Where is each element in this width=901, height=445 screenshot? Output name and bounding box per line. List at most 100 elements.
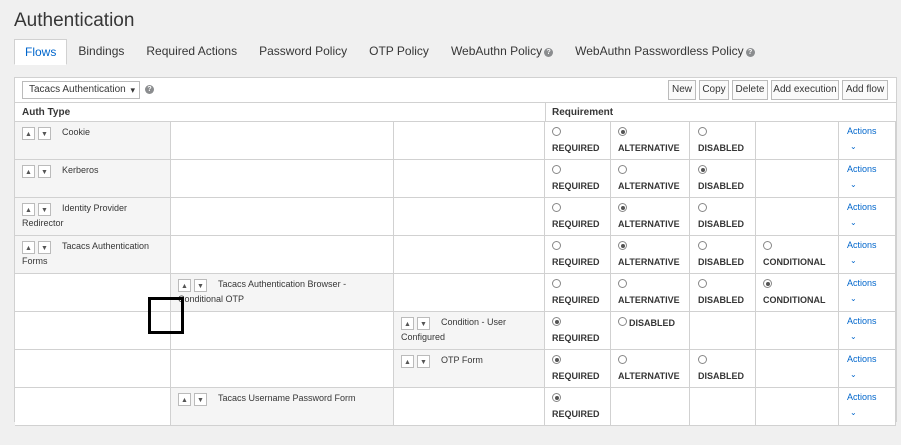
radio-required[interactable]: [552, 127, 561, 136]
tab-label: WebAuthn Policy: [450, 44, 543, 58]
radio-disabled[interactable]: [698, 241, 707, 250]
chevron-down-icon[interactable]: ⌄: [850, 218, 857, 227]
requirement-label: ALTERNATIVE: [618, 371, 680, 381]
table-header: Auth Type Requirement: [15, 103, 896, 122]
tab-password-policy[interactable]: Password Policy: [248, 39, 358, 64]
requirement-label: CONDITIONAL: [763, 295, 826, 305]
execution-name: Condition - User Configured: [401, 317, 507, 342]
table-cell: [15, 388, 171, 425]
table-cell: [171, 236, 394, 273]
tab-label: Required Actions: [146, 44, 238, 58]
requirement-label: DISABLED: [698, 181, 745, 191]
chevron-down-icon[interactable]: ⌄: [850, 142, 857, 151]
requirement-label: REQUIRED: [552, 219, 600, 229]
chevron-down-icon[interactable]: ⌄: [850, 180, 857, 189]
table-cell: [394, 160, 545, 197]
radio-required[interactable]: [552, 165, 561, 174]
execution-name: Tacacs Authentication Forms: [22, 241, 150, 266]
add-execution-button[interactable]: Add execution: [771, 80, 839, 100]
table-cell: [611, 388, 690, 425]
actions-link[interactable]: Actions: [847, 126, 877, 136]
radio-required[interactable]: [552, 355, 561, 364]
actions-link[interactable]: Actions: [847, 278, 877, 288]
tab-webauthn-policy[interactable]: WebAuthn Policy?: [440, 39, 564, 64]
table-cell: [394, 122, 545, 159]
table-cell: [15, 350, 171, 387]
table-row: ▲ ▼ Condition - User Configured REQUIRED DIS…: [15, 312, 896, 350]
radio-alternative[interactable]: [618, 279, 627, 288]
tab-label: Password Policy: [259, 44, 348, 58]
delete-button[interactable]: Delete: [732, 80, 768, 100]
tab-otp-policy[interactable]: OTP Policy: [358, 39, 440, 64]
tab-webauthn-passwordless-policy[interactable]: WebAuthn Passwordless Policy?: [564, 39, 766, 64]
table-row: ▲ ▼ Cookie REQUIRED ALTERNATIVE DISABLED Actio…: [15, 122, 896, 160]
table-cell: [756, 160, 839, 197]
chevron-down-icon[interactable]: ⌄: [850, 294, 857, 303]
help-icon[interactable]: ?: [145, 85, 154, 94]
requirement-label: REQUIRED: [552, 257, 600, 267]
table-row: ▲ ▼ Tacacs Authentication Forms REQUIRED ALT…: [15, 236, 896, 274]
table-cell: [15, 274, 171, 311]
requirement-label: ALTERNATIVE: [618, 219, 680, 229]
actions-link[interactable]: Actions: [847, 316, 877, 326]
radio-alternative[interactable]: [618, 127, 627, 136]
radio-conditional[interactable]: [763, 279, 772, 288]
flow-select[interactable]: Tacacs Authentication ▾: [22, 81, 140, 99]
page-title: Authentication: [14, 10, 135, 31]
chevron-down-icon[interactable]: ⌄: [850, 408, 857, 417]
requirement-label: ALTERNATIVE: [618, 257, 680, 267]
radio-alternative[interactable]: [618, 165, 627, 174]
header-divider: [545, 103, 546, 121]
new-button[interactable]: New: [668, 80, 696, 100]
table-cell: [756, 312, 839, 349]
chevron-down-icon[interactable]: ⌄: [850, 332, 857, 341]
radio-required[interactable]: [552, 393, 561, 402]
auth-type-header: Auth Type: [22, 107, 71, 118]
tab-required-actions[interactable]: Required Actions: [135, 39, 248, 64]
radio-conditional[interactable]: [763, 241, 772, 250]
radio-disabled[interactable]: [698, 203, 707, 212]
execution-name: Tacacs Authentication Browser - Conditio…: [178, 279, 347, 304]
radio-required[interactable]: [552, 279, 561, 288]
actions-link[interactable]: Actions: [847, 202, 877, 212]
actions-link[interactable]: Actions: [847, 354, 877, 364]
requirement-label: REQUIRED: [552, 295, 600, 305]
radio-disabled[interactable]: [698, 355, 707, 364]
radio-alternative[interactable]: [618, 203, 627, 212]
actions-link[interactable]: Actions: [847, 164, 877, 174]
radio-disabled[interactable]: [698, 165, 707, 174]
radio-alternative[interactable]: [618, 355, 627, 364]
tab-bindings[interactable]: Bindings: [67, 39, 135, 64]
radio-disabled[interactable]: [618, 317, 627, 326]
actions-link[interactable]: Actions: [847, 392, 877, 402]
radio-disabled[interactable]: [698, 127, 707, 136]
copy-button[interactable]: Copy: [699, 80, 729, 100]
requirement-label: DISABLED: [629, 318, 676, 328]
requirement-label: REQUIRED: [552, 333, 600, 343]
radio-required[interactable]: [552, 203, 561, 212]
actions-link[interactable]: Actions: [847, 240, 877, 250]
table-cell: [394, 388, 545, 425]
table-cell: [690, 312, 756, 349]
help-icon[interactable]: ?: [544, 48, 554, 57]
radio-required[interactable]: [552, 241, 561, 250]
chevron-down-icon[interactable]: ⌄: [850, 370, 857, 379]
help-icon[interactable]: ?: [745, 48, 755, 57]
radio-alternative[interactable]: [618, 241, 627, 250]
radio-required[interactable]: [552, 317, 561, 326]
chevron-down-icon[interactable]: ⌄: [850, 256, 857, 265]
table-cell: [394, 198, 545, 235]
table-row: ▲ ▼ Tacacs Username Password Form REQUIRED A…: [15, 388, 896, 426]
table-cell: [690, 388, 756, 425]
requirement-label: ALTERNATIVE: [618, 295, 680, 305]
table-cell: [756, 388, 839, 425]
table-row: ▲ ▼ OTP Form REQUIRED ALTERNATIVE DISABLED Act…: [15, 350, 896, 388]
add-flow-button[interactable]: Add flow: [842, 80, 888, 100]
requirement-label: DISABLED: [698, 371, 745, 381]
radio-disabled[interactable]: [698, 279, 707, 288]
table-cell: [394, 274, 545, 311]
requirement-label: DISABLED: [698, 219, 745, 229]
tab-flows[interactable]: Flows: [14, 39, 68, 65]
requirement-label: REQUIRED: [552, 181, 600, 191]
table-cell: [171, 122, 394, 159]
